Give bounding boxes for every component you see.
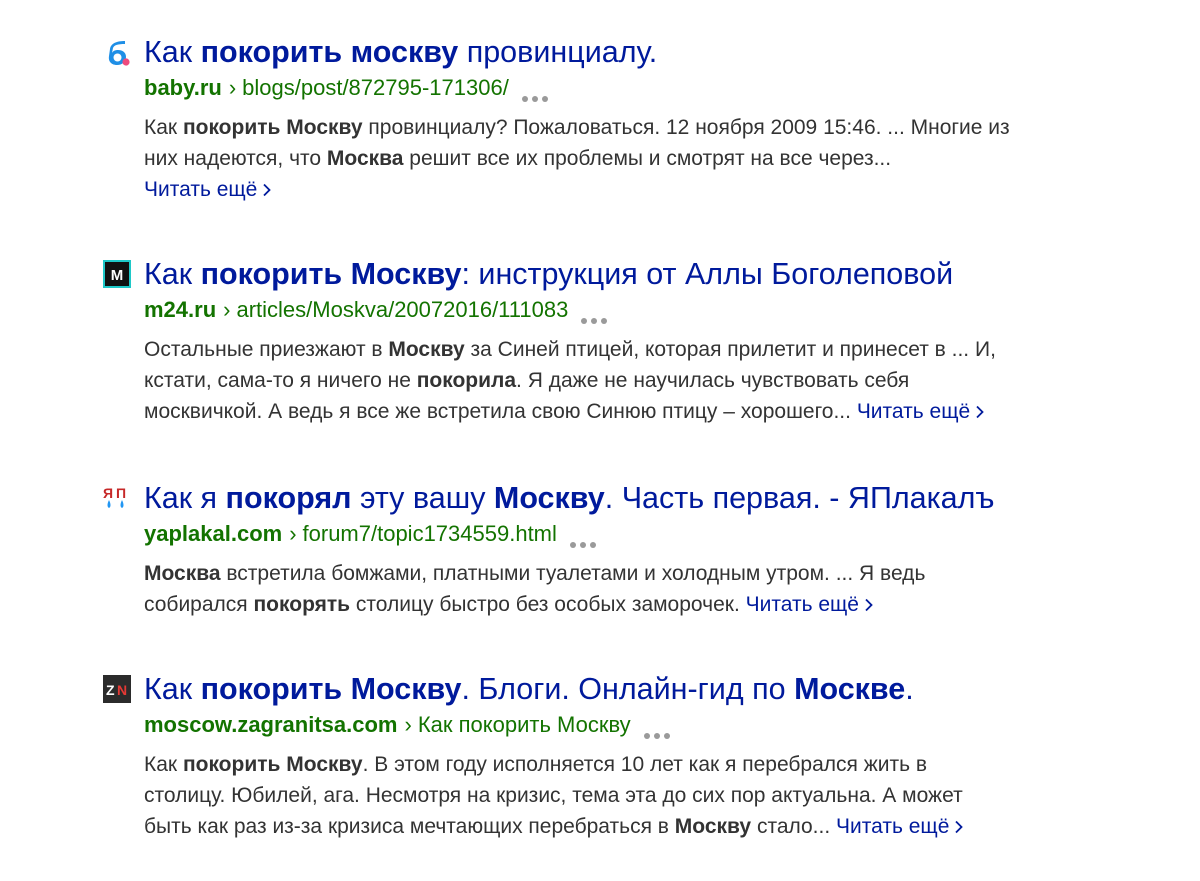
chevron-right-icon (865, 598, 873, 612)
result-title-link[interactable]: Как покорить Москву: инструкция от Аллы … (144, 256, 953, 292)
snippet-text: кстати, сама-то я ничего не (144, 369, 417, 392)
more-options-dots-icon[interactable] (521, 82, 553, 103)
svg-text:Я: Я (103, 485, 113, 501)
result-snippet: Остальные приезжают в Москву за Синей пт… (144, 334, 1154, 427)
result-title-link[interactable]: Как я покорял эту вашу Москву. Часть пер… (144, 480, 994, 516)
result-snippet: Как покорить Москву. В этом году исполня… (144, 749, 1154, 842)
breadcrumb-separator: › (223, 297, 231, 322)
snippet-highlight: покорить Москву (182, 116, 363, 139)
title-text: . Блоги. Онлайн-гид по (461, 672, 795, 706)
title-text: : инструкция от Аллы Боголеповой (461, 257, 954, 291)
more-options-dots-icon[interactable] (569, 528, 601, 549)
result-path-link[interactable]: forum7/topic1734559.html (303, 521, 557, 546)
snippet-text: собирался (144, 593, 254, 616)
title-text: провинциалу. (458, 35, 658, 69)
snippet-highlight: Москва (144, 562, 221, 585)
snippet-text: быть как раз из-за кризиса мечтающих пер… (144, 815, 675, 838)
snippet-text: них надеются, что (144, 147, 327, 170)
snippet-text: . В этом году исполняется 10 лет как я п… (362, 753, 928, 776)
title-text: Как я (144, 481, 226, 515)
snippet-text: столицу быстро без особых заморочек. (350, 593, 746, 616)
result-path-link[interactable]: articles/Moskva/20072016/111083 (236, 297, 568, 322)
read-more-link[interactable]: Читать ещё (857, 400, 985, 423)
snippet-highlight: Москва (326, 147, 404, 170)
title-text: эту вашу (351, 481, 494, 515)
chevron-right-icon (976, 405, 984, 419)
read-more-link[interactable]: Читать ещё (144, 178, 272, 201)
snippet-highlight: Москву (388, 338, 465, 361)
snippet-text: провинциалу? Пожаловаться. 12 ноября 200… (362, 116, 1010, 139)
snippet-text: столицу. Юбилей, ага. Несмотря на кризис… (144, 784, 963, 807)
result-snippet: Москва встретила бомжами, платными туале… (144, 558, 1154, 620)
result-domain-link[interactable]: moscow.zagranitsa.com (144, 712, 397, 737)
yaplakal-favicon-icon: Я П (103, 484, 131, 512)
title-text: Как (144, 35, 201, 69)
title-text: . Часть первая. - ЯПлакалъ (604, 481, 995, 515)
breadcrumb-separator: › (228, 75, 237, 100)
snippet-highlight: Москву (674, 815, 752, 838)
result-path-link[interactable]: Как покорить Москву (418, 712, 631, 737)
snippet-text: встретила бомжами, платными туалетами и … (220, 562, 926, 585)
result-url: yaplakal.com › forum7/topic1734559.html (144, 520, 601, 549)
snippet-text: Остальные приезжают в (144, 338, 389, 361)
title-highlight: покорить Москву (200, 672, 462, 706)
svg-text:П: П (116, 485, 126, 501)
title-highlight: Москву (493, 481, 605, 515)
read-more-label: Читать ещё (856, 400, 971, 423)
read-more-link[interactable]: Читать ещё (836, 815, 964, 838)
read-more-label: Читать ещё (745, 593, 859, 616)
svg-text:Z: Z (106, 682, 115, 698)
title-highlight: покорить москву (200, 35, 459, 69)
chevron-right-icon (263, 183, 272, 197)
breadcrumb-separator: › (289, 521, 297, 546)
snippet-text: за Синей птицей, которая прилетит и прин… (464, 338, 996, 361)
result-path-link[interactable]: blogs/post/872795-171306/ (242, 75, 509, 100)
snippet-highlight: покорила (416, 369, 517, 392)
svg-text:N: N (117, 682, 127, 698)
zagranitsa-favicon-icon: Z N (103, 675, 131, 703)
snippet-text: Как (144, 116, 183, 139)
more-options-dots-icon[interactable] (580, 304, 612, 325)
snippet-text: москвичкой. А ведь я все же встретила св… (144, 400, 857, 423)
title-highlight: покорял (225, 481, 352, 515)
result-url: moscow.zagranitsa.com › Как покорить Москв… (144, 711, 675, 740)
title-highlight: Москве (794, 672, 906, 706)
more-options-dots-icon[interactable] (643, 719, 675, 740)
result-domain-link[interactable]: m24.ru (144, 297, 216, 322)
m24-favicon-icon: M (103, 260, 131, 288)
result-snippet: Как покорить Москву провинциалу? Пожалов… (144, 112, 1154, 205)
result-url: baby.ru › blogs/post/872795-171306/ (144, 74, 553, 103)
result-url: m24.ru › articles/Moskva/20072016/111083 (144, 296, 612, 325)
snippet-text: Как (144, 753, 183, 776)
read-more-label: Читать ещё (836, 815, 950, 838)
snippet-text: стало... (751, 815, 837, 838)
read-more-link[interactable]: Читать ещё (746, 593, 874, 616)
title-text: Как (144, 257, 201, 291)
snippet-text: решит все их проблемы и смотрят на все ч… (403, 147, 892, 170)
result-domain-link[interactable]: yaplakal.com (144, 521, 282, 546)
breadcrumb-separator: › (404, 712, 412, 737)
result-domain-link[interactable]: baby.ru (144, 75, 222, 100)
result-title-link[interactable]: Как покорить москву провинциалу. (144, 34, 657, 70)
svg-text:M: M (111, 267, 124, 284)
result-title-link[interactable]: Как покорить Москву. Блоги. Онлайн-гид п… (144, 671, 914, 707)
snippet-text: . Я даже не научилась чувствовать себя (516, 369, 910, 392)
title-text: . (905, 672, 914, 706)
baby-ru-favicon-icon (103, 38, 131, 66)
snippet-highlight: покорять (253, 593, 351, 616)
chevron-right-icon (955, 820, 964, 834)
title-highlight: покорить Москву (200, 257, 462, 291)
title-text: Как (144, 672, 201, 706)
read-more-label: Читать ещё (144, 178, 258, 201)
snippet-highlight: покорить Москву (182, 753, 363, 776)
